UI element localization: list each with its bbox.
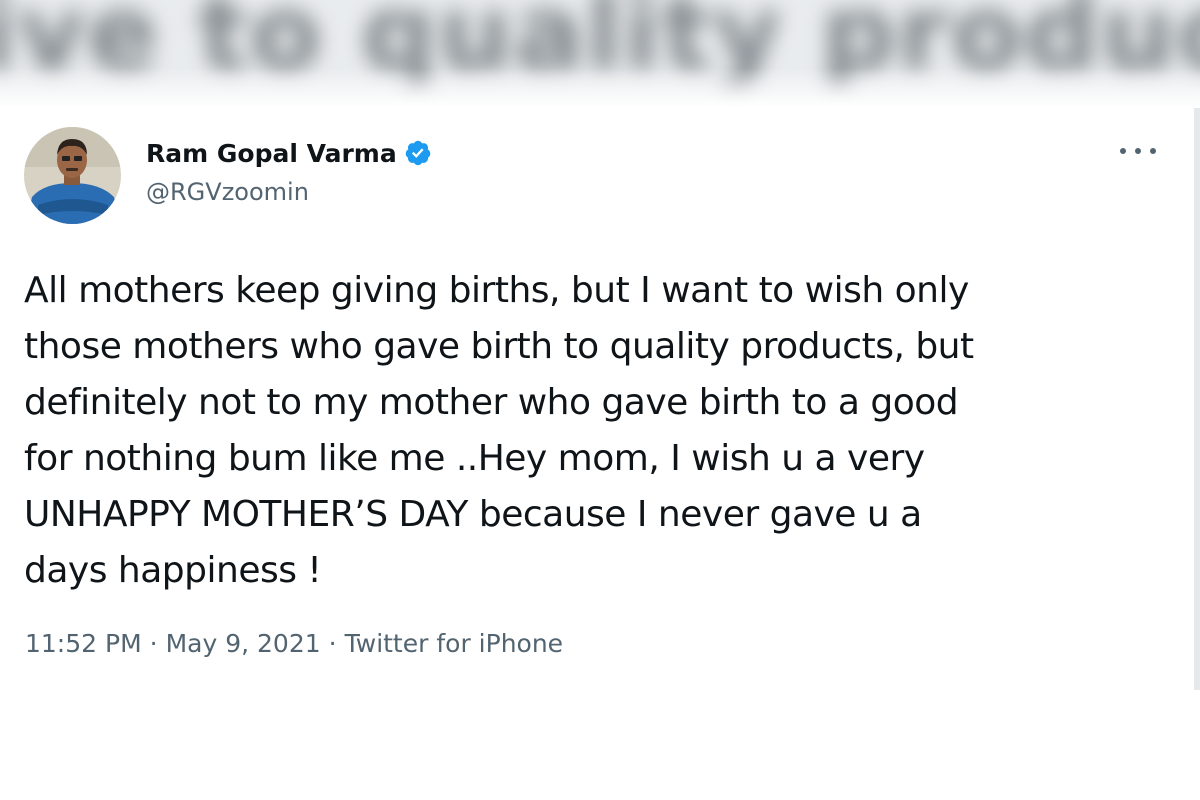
meta-separator: · xyxy=(328,629,337,658)
meta-separator: · xyxy=(149,629,158,658)
tweet-source[interactable]: Twitter for iPhone xyxy=(345,629,563,658)
right-edge-divider xyxy=(1194,108,1200,690)
tweet-card: Ram Gopal Varma @RGVzoomin All mothers k… xyxy=(0,108,1200,800)
avatar-image xyxy=(24,127,121,224)
avatar[interactable] xyxy=(24,127,121,224)
more-options-icon[interactable] xyxy=(1120,138,1156,164)
tweet-text: All mothers keep giving births, but I wa… xyxy=(24,270,974,591)
banner-fade xyxy=(0,68,1200,108)
tweet-time[interactable]: 11:52 PM xyxy=(25,629,142,658)
verified-badge-icon xyxy=(405,140,430,166)
author-name-row[interactable]: Ram Gopal Varma xyxy=(146,136,432,170)
author-handle[interactable]: @RGVzoomin xyxy=(146,178,309,206)
author-display-name[interactable]: Ram Gopal Varma xyxy=(146,139,397,168)
tweet-metadata: 11:52 PM · May 9, 2021 · Twitter for iPh… xyxy=(25,629,563,658)
blurred-background-banner: ive to quality products xyxy=(0,0,1200,108)
tweet-date[interactable]: May 9, 2021 xyxy=(166,629,321,658)
